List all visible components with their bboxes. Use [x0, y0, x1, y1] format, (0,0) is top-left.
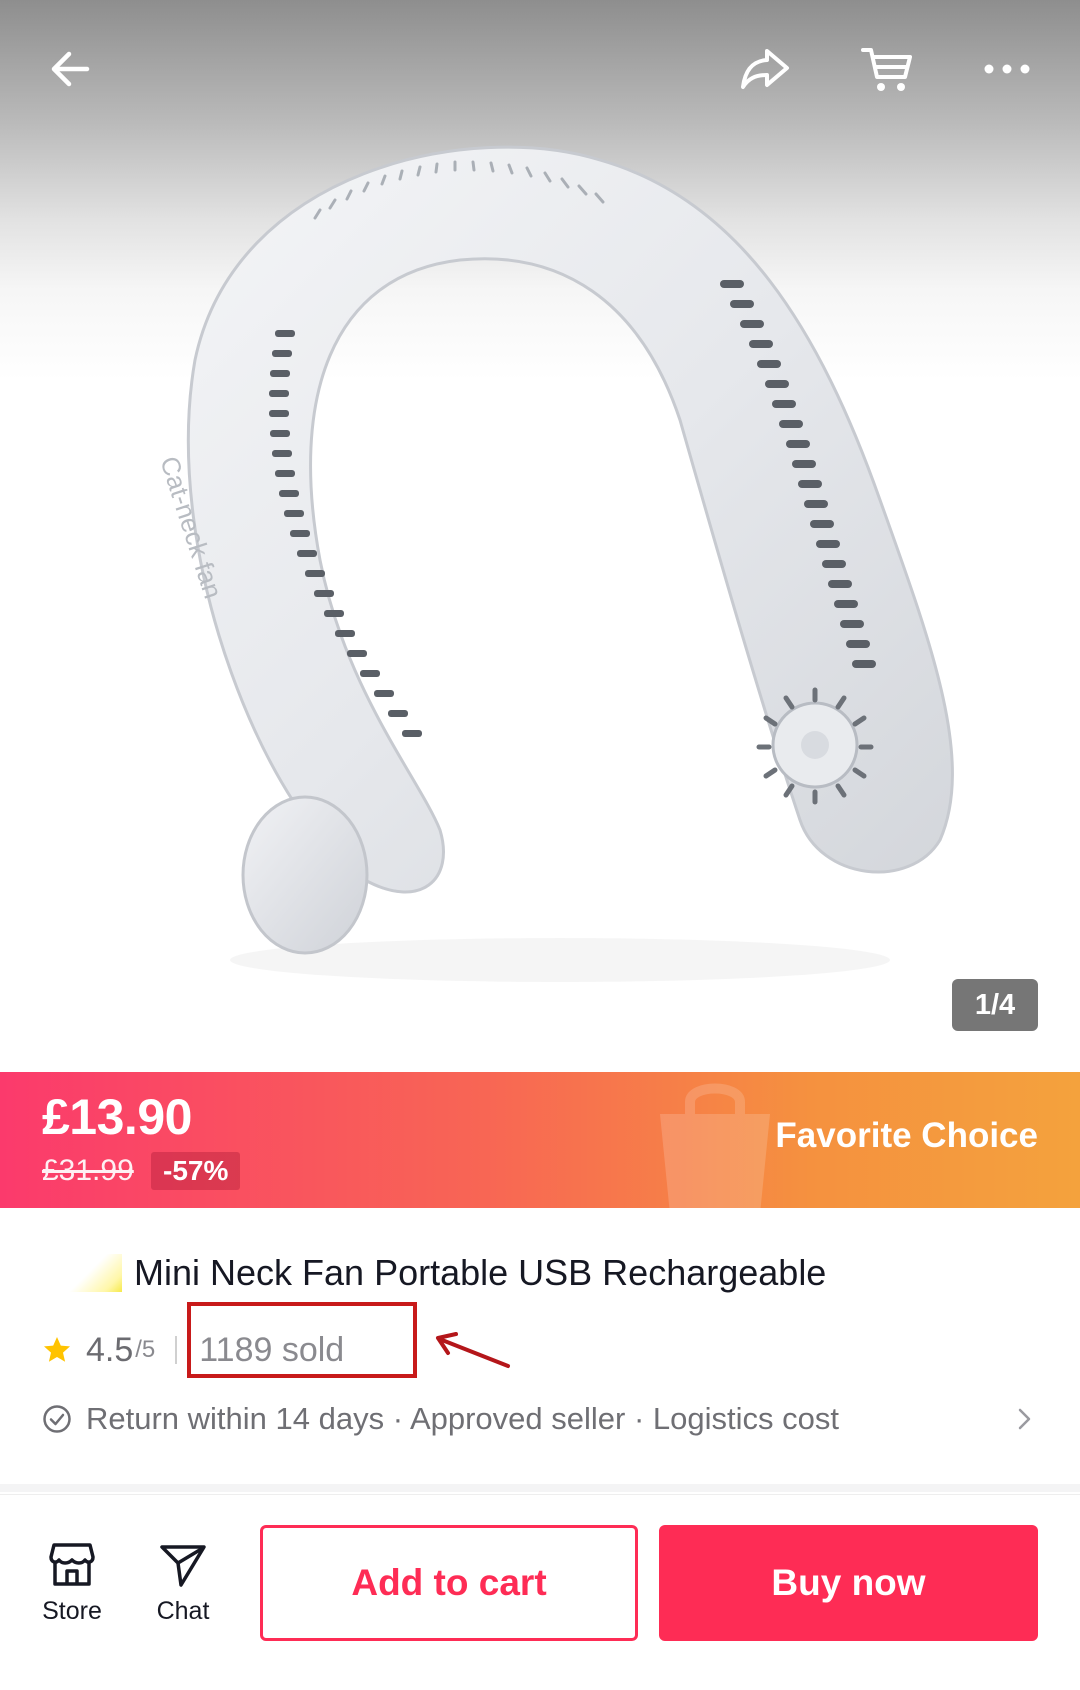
store-icon	[49, 1543, 95, 1586]
divider	[175, 1336, 178, 1364]
product-gallery[interactable]: Cat-neck fan 1/4	[0, 0, 1080, 1072]
bottom-action-bar: Store Chat Add to cart Buy now	[0, 1494, 1080, 1690]
share-arrow-icon	[741, 49, 789, 89]
chat-button[interactable]: Chat	[138, 1537, 228, 1626]
rating-value: 4.5	[86, 1330, 134, 1369]
check-circle-icon	[43, 1405, 71, 1433]
shop-bag-icon	[660, 1083, 770, 1208]
title-tag-badge	[42, 1254, 122, 1292]
more-dots-icon	[984, 64, 1030, 74]
product-title-row: Mini Neck Fan Portable USB Rechargeable	[42, 1252, 826, 1294]
price-banner: £13.90 £31.99 -57% Favorite Choice	[0, 1072, 1080, 1208]
annotation-arrow-icon	[436, 1332, 510, 1368]
store-button[interactable]: Store	[27, 1537, 117, 1626]
add-to-cart-button[interactable]: Add to cart	[260, 1525, 638, 1641]
chat-label: Chat	[156, 1597, 210, 1625]
shopping-cart-icon	[861, 48, 912, 91]
service-policy-row[interactable]: Return within 14 days · Approved seller …	[42, 1394, 1038, 1444]
chevron-right-icon	[1018, 1408, 1031, 1430]
annotation-highlight-box	[187, 1302, 417, 1378]
buy-now-button[interactable]: Buy now	[659, 1525, 1038, 1641]
service-policy-text: Return within 14 days · Approved seller …	[86, 1401, 839, 1436]
store-label: Store	[42, 1597, 102, 1625]
back-arrow-icon	[51, 51, 90, 87]
more-options-button[interactable]	[972, 34, 1042, 104]
product-image[interactable]: Cat-neck fan	[0, 0, 1080, 1072]
share-button[interactable]	[730, 34, 800, 104]
discount-badge: -57%	[151, 1152, 241, 1190]
product-title: Mini Neck Fan Portable USB Rechargeable	[134, 1252, 827, 1293]
favorite-choice-label: Favorite Choice	[775, 1116, 1038, 1155]
section-divider	[0, 1484, 1080, 1492]
star-icon	[44, 1337, 70, 1362]
back-button[interactable]	[36, 34, 106, 104]
cart-button[interactable]	[852, 34, 922, 104]
chat-send-icon	[160, 1545, 206, 1587]
rating-max: /5	[135, 1336, 156, 1363]
image-counter: 1/4	[952, 979, 1038, 1031]
original-price: £31.99	[42, 1154, 134, 1187]
current-price: £13.90	[42, 1089, 192, 1145]
